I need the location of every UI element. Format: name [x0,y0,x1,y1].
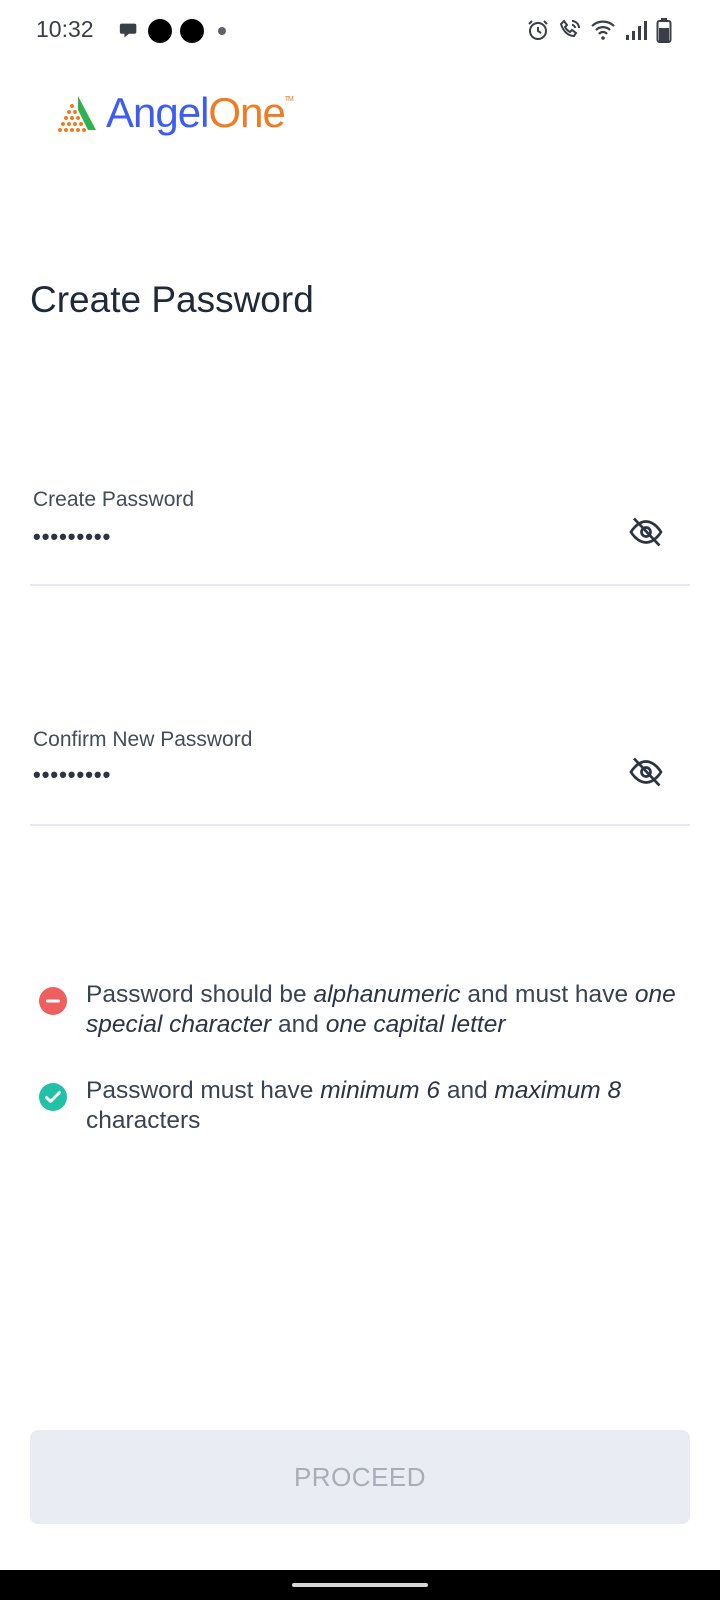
status-time: 10:32 [36,16,94,42]
wifi-calling-icon [559,19,580,38]
navigation-bar [0,1570,720,1600]
password-rules: Password should be alphanumeric and must… [36,980,676,1136]
wifi-icon [591,20,615,40]
confirm-password-label: Confirm New Password [33,728,253,751]
check-circle-icon [39,1083,67,1111]
notification-icons [118,18,226,44]
angelone-logo: AngelOne TM [58,88,294,138]
notification-dot-icon [180,19,204,43]
eye-off-icon[interactable] [628,514,664,550]
field-underline [30,824,690,826]
status-bar: 10:32 [0,0,720,60]
page-title: Create Password [30,278,314,320]
field-underline [30,584,690,586]
logo-wordmark: AngelOne TM [106,89,294,136]
proceed-button[interactable]: PROCEED [30,1430,690,1524]
error-minus-icon [39,987,67,1015]
create-password-field[interactable]: Create Password ••••••••• [30,488,690,586]
notification-dot-icon [148,19,172,43]
rule-length: Password must have minimum 6 and maximum… [36,1076,676,1136]
chat-bubble-icon [119,23,137,38]
angelone-logo-mark-icon [58,96,96,132]
eye-off-icon[interactable] [628,754,664,790]
rule-alphanumeric: Password should be alphanumeric and must… [36,980,676,1040]
create-password-value[interactable]: ••••••••• [33,524,111,550]
trademark-mark: TM [284,96,294,103]
more-notifications-icon [218,27,226,35]
alarm-icon [528,20,548,40]
home-indicator[interactable] [292,1583,428,1587]
confirm-password-value[interactable]: ••••••••• [33,762,111,788]
create-password-label: Create Password [33,488,195,511]
confirm-password-field[interactable]: Confirm New Password ••••••••• [30,728,690,826]
system-icons [526,16,672,44]
signal-icon [626,21,647,40]
battery-icon [656,18,672,43]
